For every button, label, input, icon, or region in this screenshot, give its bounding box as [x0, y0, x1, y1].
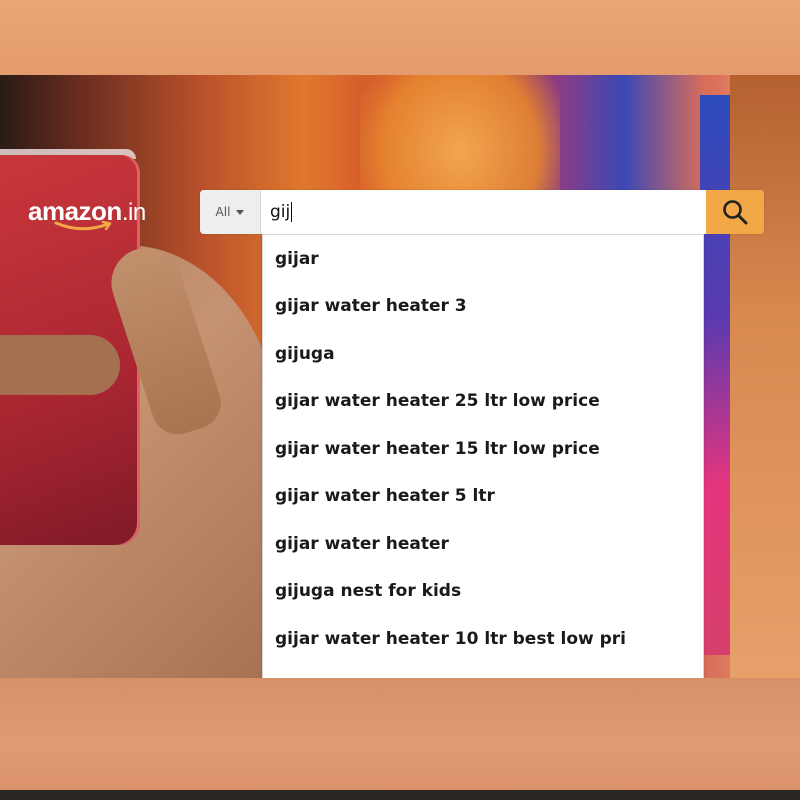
- logo-tld: .in: [121, 199, 146, 226]
- search-button[interactable]: [706, 190, 764, 234]
- category-label: All: [215, 205, 231, 219]
- search-input[interactable]: gij: [262, 190, 710, 234]
- suggestion-item[interactable]: gijuga nest for kids: [263, 568, 703, 616]
- suggestion-item[interactable]: gijar water heater 25 ltr low price: [263, 378, 703, 426]
- suggestion-item[interactable]: gijar water heater: [263, 520, 703, 568]
- search-suggestions-dropdown: gijar gijar water heater 3 gijuga gijar …: [262, 234, 704, 680]
- video-frame: amazon.in All gij gijar gijar water heat…: [0, 0, 800, 800]
- photo-skin-right: [730, 75, 800, 678]
- text-cursor: [291, 202, 293, 222]
- photo-finger: [0, 335, 120, 395]
- suggestion-item[interactable]: gijar water heater 15 ltr low price: [263, 425, 703, 473]
- chevron-down-icon: [236, 209, 245, 215]
- player-bottom-bar: [0, 790, 800, 800]
- category-dropdown[interactable]: All: [200, 190, 261, 234]
- search-bar: All gij: [200, 190, 764, 234]
- suggestion-item[interactable]: gijar: [263, 235, 703, 283]
- amazon-smile-icon: [54, 220, 112, 231]
- photo-fabric-blue: [700, 95, 730, 655]
- bottom-letterbox: [0, 678, 800, 790]
- suggestion-item[interactable]: gijuga: [263, 330, 703, 378]
- suggestion-item[interactable]: gijar water heater 5 ltr: [263, 473, 703, 521]
- top-letterbox: [0, 0, 800, 75]
- suggestion-item[interactable]: gijar water heater 10 ltr best low pri: [263, 615, 703, 663]
- search-query-text: gij: [270, 202, 291, 222]
- search-icon: [723, 200, 748, 225]
- suggestion-item[interactable]: gijar water heater 3: [263, 283, 703, 331]
- amazon-logo[interactable]: amazon.in: [28, 196, 188, 236]
